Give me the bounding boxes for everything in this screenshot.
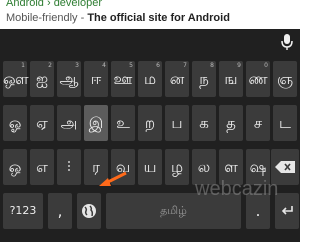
key-row2-8[interactable]: த <box>219 105 243 141</box>
key-row3-5[interactable]: ய <box>138 149 162 185</box>
key-label: ஔ <box>3 70 29 88</box>
key-label: க <box>199 114 209 132</box>
key-row2-3[interactable]: இ <box>84 105 108 141</box>
key-label: ப <box>171 114 183 132</box>
comma-key[interactable]: , <box>48 193 72 229</box>
suggestion-strip <box>0 29 300 56</box>
search-result: Android › developer Mobile-friendly - Th… <box>0 0 300 29</box>
key-label: ய <box>143 158 157 176</box>
symbols-key[interactable]: ?123 <box>3 193 43 229</box>
key-label: உ <box>116 114 130 132</box>
key-label: ன <box>169 70 185 88</box>
key-row1-1[interactable]: ஐ2 <box>30 61 54 97</box>
key-row2-7[interactable]: க <box>192 105 216 141</box>
snippet-title[interactable]: The official site for Android <box>87 12 230 24</box>
key-row2-5[interactable]: ற <box>138 105 162 141</box>
key-row2-4[interactable]: உ <box>111 105 135 141</box>
enter-arrow-icon <box>281 206 293 215</box>
result-snippet: Mobile-friendly - The official site for … <box>6 12 230 25</box>
key-label: இ <box>88 114 104 132</box>
key-label: ழ <box>170 158 184 176</box>
microphone-icon[interactable] <box>280 33 294 51</box>
key-row1-6[interactable]: ன7 <box>165 61 189 97</box>
key-row2-9[interactable]: ச <box>246 105 270 141</box>
key-label: த <box>226 114 236 132</box>
key-label: ங <box>224 70 238 88</box>
key-hint: 2 <box>48 62 52 69</box>
key-label: எ <box>36 158 48 176</box>
key-row1-4[interactable]: ஊ5 <box>111 61 135 97</box>
key-row-1: ஔ1ஐ2ஆ3ஈ4ஊ5ம6ன7ந8ங9ண0ஞ <box>3 61 299 97</box>
key-hint: 0 <box>264 62 268 69</box>
key-hint: 3 <box>75 62 79 69</box>
key-hint: 9 <box>237 62 241 69</box>
key-row3-6[interactable]: ழ <box>165 149 189 185</box>
key-label: ஊ <box>113 70 133 88</box>
key-label: ஐ <box>35 70 49 88</box>
key-row2-6[interactable]: ப <box>165 105 189 141</box>
key-row1-5[interactable]: ம6 <box>138 61 162 97</box>
key-row2-0[interactable]: ஓ <box>3 105 27 141</box>
result-url[interactable]: Android › developer <box>6 0 102 10</box>
key-row-2: ஓஏஅஇஉறபகதசட <box>3 105 299 141</box>
key-hint: 1 <box>21 62 25 69</box>
key-label: ள <box>224 158 238 176</box>
key-hint: 5 <box>129 62 133 69</box>
key-row1-2[interactable]: ஆ3 <box>57 61 81 97</box>
key-label: ஆ <box>59 70 79 88</box>
globe-icon <box>82 204 96 218</box>
watermark: webcazin <box>195 178 279 200</box>
key-label: ஓ <box>8 114 22 132</box>
key-row2-10[interactable]: ட <box>273 105 297 141</box>
backspace-icon <box>275 161 295 173</box>
key-label: அ <box>60 114 78 132</box>
tamil-keyboard: ஔ1ஐ2ஆ3ஈ4ஊ5ம6ன7ந8ங9ண0ஞ ஓஏஅஇஉறபகதசட ஒஎரவயழ… <box>0 29 300 242</box>
key-hint: 6 <box>156 62 160 69</box>
snippet-prefix: Mobile-friendly - <box>6 12 88 24</box>
enter-key[interactable] <box>275 193 299 229</box>
key-row1-0[interactable]: ஔ1 <box>3 61 29 97</box>
key-row1-8[interactable]: ங9 <box>219 61 243 97</box>
key-row1-10[interactable]: ஞ <box>273 61 297 97</box>
key-row2-2[interactable]: அ <box>57 105 81 141</box>
key-hint: 8 <box>210 62 214 69</box>
key-hint: 7 <box>183 62 187 69</box>
orange-arrow-annotation <box>99 171 127 186</box>
key-row3-1[interactable]: எ <box>30 149 54 185</box>
aytham-dots-icon <box>68 161 70 172</box>
key-label: ச <box>253 114 263 132</box>
key-label: ஒ <box>8 158 22 176</box>
key-label: ஏ <box>36 114 48 132</box>
key-label: ந <box>199 70 209 88</box>
key-label: ம <box>143 70 157 88</box>
key-row1-9[interactable]: ண0 <box>246 61 270 97</box>
key-row1-7[interactable]: ந8 <box>192 61 216 97</box>
key-row2-1[interactable]: ஏ <box>30 105 54 141</box>
key-label: ட <box>279 114 291 132</box>
key-label: ஞ <box>276 70 294 88</box>
key-label: ல <box>197 158 211 176</box>
key-row3-0[interactable]: ஒ <box>3 149 27 185</box>
key-label: ற <box>144 114 156 132</box>
key-label: ஷ <box>249 158 267 176</box>
key-hint: 4 <box>102 62 106 69</box>
key-row3-2[interactable] <box>57 149 81 185</box>
key-row1-3[interactable]: ஈ4 <box>84 61 108 97</box>
key-label: ஈ <box>90 70 102 88</box>
key-label: ண <box>248 70 268 88</box>
language-key[interactable] <box>77 193 101 229</box>
